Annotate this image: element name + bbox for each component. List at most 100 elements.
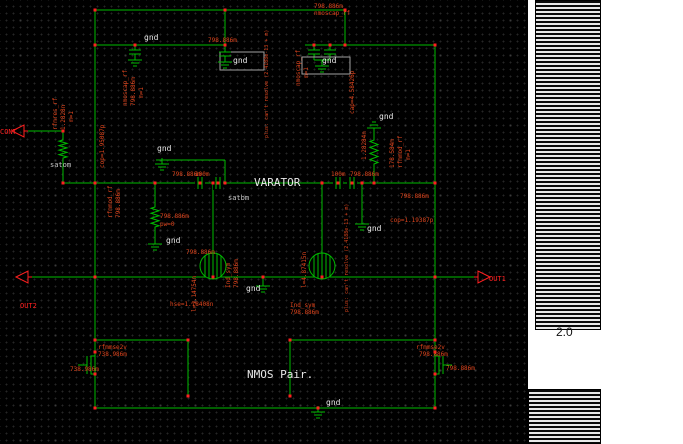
schematic-label[interactable]: rfmmod_rf (397, 135, 404, 168)
schematic-label[interactable]: gnd (246, 284, 261, 293)
schematic-label[interactable]: 100m (331, 171, 346, 178)
junction-dot (93, 181, 97, 185)
junction-dot (433, 43, 437, 47)
schematic-label[interactable]: m=1 (405, 149, 412, 160)
background-window-pattern-top (535, 0, 601, 330)
schematic-label[interactable]: 798.886m (130, 77, 137, 106)
junction-dot (433, 406, 437, 410)
schematic-label[interactable]: m=1 (303, 67, 310, 78)
gnd-symbol[interactable] (367, 121, 381, 134)
junction-dot (360, 181, 364, 185)
schematic-label[interactable]: OUT1 (489, 275, 506, 283)
schematic-label[interactable]: 798.886m (208, 37, 237, 44)
schematic-label[interactable]: satom (50, 161, 71, 169)
schematic-label[interactable]: Ind_sym (225, 262, 232, 288)
capacitor[interactable] (324, 49, 336, 55)
junction-dot (211, 275, 215, 279)
nmos-transistor[interactable] (78, 352, 96, 378)
schematic-label[interactable]: gnd (322, 56, 337, 65)
schematic-label[interactable]: nmoscap_rf (295, 49, 302, 86)
schematic-label[interactable]: gnd (326, 398, 341, 407)
schematic-label[interactable]: nmoscap_rf (122, 69, 129, 106)
schematic-label[interactable]: VARATOR (254, 176, 301, 189)
gnd-symbol[interactable] (128, 54, 142, 67)
schematic-svg[interactable]: VARATOR NMOS Pair. gnd gnd gnd gnd gnd gnd gnd gn… (0, 0, 528, 444)
junction-dot (93, 275, 97, 279)
schematic-label[interactable]: 798.886m (446, 365, 475, 372)
schematic-label[interactable]: 178.584m (389, 139, 396, 168)
schematic-label[interactable]: 738.986m (98, 351, 127, 358)
schematic-label[interactable]: 798.886m (115, 189, 122, 218)
schematic-label[interactable]: rfmmod_rf (107, 185, 114, 218)
resistor[interactable] (57, 136, 69, 162)
gnd-symbol[interactable] (148, 238, 162, 251)
schematic-label[interactable]: 1.28284n (361, 131, 368, 160)
junction-dot (343, 43, 347, 47)
schematic-label[interactable]: 798.886m (160, 213, 189, 220)
schematic-label[interactable]: Ind_sym (290, 302, 316, 309)
schematic-label[interactable]: gnd (367, 224, 382, 233)
junction-dot (320, 275, 324, 279)
schematic-label[interactable]: gnd (166, 236, 181, 245)
schematic-label[interactable]: gnd (144, 33, 159, 42)
schematic-label[interactable]: nmoscap_rf (314, 10, 351, 17)
schematic-label[interactable]: 798.886m (419, 351, 448, 358)
junction-dot (93, 338, 97, 342)
schematic-label[interactable]: 798.886m (186, 249, 215, 256)
junction-dot (328, 43, 332, 47)
junction-dot (93, 8, 97, 12)
schematic-label[interactable]: l=4.87415n (301, 251, 308, 288)
schematic-label[interactable]: plus: can't resolve (2.4188e-13 + m) (344, 204, 350, 312)
schematic-label[interactable]: l=1.14754n (191, 275, 198, 312)
resistor[interactable] (368, 136, 380, 168)
capacitor[interactable] (308, 49, 320, 55)
schematic-label[interactable]: gnd (233, 56, 248, 65)
junction-dot (316, 406, 320, 410)
junction-dot (350, 181, 354, 185)
schematic-label[interactable]: CONT (0, 128, 18, 136)
schematic-label[interactable]: 798.886m (290, 309, 319, 316)
resistor[interactable] (149, 203, 161, 231)
schematic-label[interactable]: 798.886m (233, 259, 240, 288)
junction-dot (336, 181, 340, 185)
schematic-label[interactable]: 798.886m (350, 171, 379, 178)
junction-dot (433, 372, 437, 376)
schematic-label[interactable]: 1.2828n (60, 104, 67, 130)
schematic-label[interactable]: cap=4.58426p (349, 70, 356, 114)
junction-dot (93, 43, 97, 47)
schematic-label[interactable]: gnd (157, 144, 172, 153)
capacitor[interactable] (219, 51, 231, 57)
schematic-label[interactable]: pw=0 (160, 221, 175, 228)
schematic-label[interactable]: plus: can't resolve (2.4188e-13 + m) (264, 30, 270, 138)
schematic-label[interactable]: NMOS Pair. (247, 368, 313, 381)
schematic-label[interactable]: OUT2 (20, 302, 37, 310)
schematic-label[interactable]: gnd (379, 112, 394, 121)
schematic-label[interactable]: 100m (195, 171, 210, 178)
schematic-label[interactable]: cop=1.95087p (99, 124, 106, 168)
junction-dot (93, 350, 97, 354)
schematic-label[interactable]: 738.986m (70, 366, 99, 373)
junction-dot (133, 43, 137, 47)
junction-dot (312, 43, 316, 47)
schematic-label[interactable]: m=1 (138, 87, 145, 98)
junction-dot (186, 338, 190, 342)
junction-dot (211, 181, 215, 185)
schematic-canvas[interactable]: VARATOR NMOS Pair. gnd gnd gnd gnd gnd gnd gnd gn… (0, 0, 528, 444)
schematic-label[interactable]: rfmmse2v (416, 344, 445, 351)
schematic-label[interactable]: satbm (228, 194, 249, 202)
junction-dot (223, 8, 227, 12)
capacitor[interactable] (129, 49, 141, 55)
junction-dot (186, 394, 190, 398)
schematic-label[interactable]: 798.886m (400, 193, 429, 200)
junction-dot (433, 275, 437, 279)
junction-dot (93, 406, 97, 410)
schematic-label[interactable]: rfmres_rf (52, 97, 59, 130)
schematic-label[interactable]: 798.886m (314, 3, 343, 10)
schematic-label[interactable]: rfmmse2v (98, 344, 127, 351)
junction-dot (372, 181, 376, 185)
schematic-label[interactable]: m=1 (68, 111, 75, 122)
schematic-label[interactable]: cop=1.19387p (390, 217, 434, 224)
junction-dot (288, 338, 292, 342)
io-pin[interactable] (14, 270, 29, 284)
junction-dot (261, 275, 265, 279)
